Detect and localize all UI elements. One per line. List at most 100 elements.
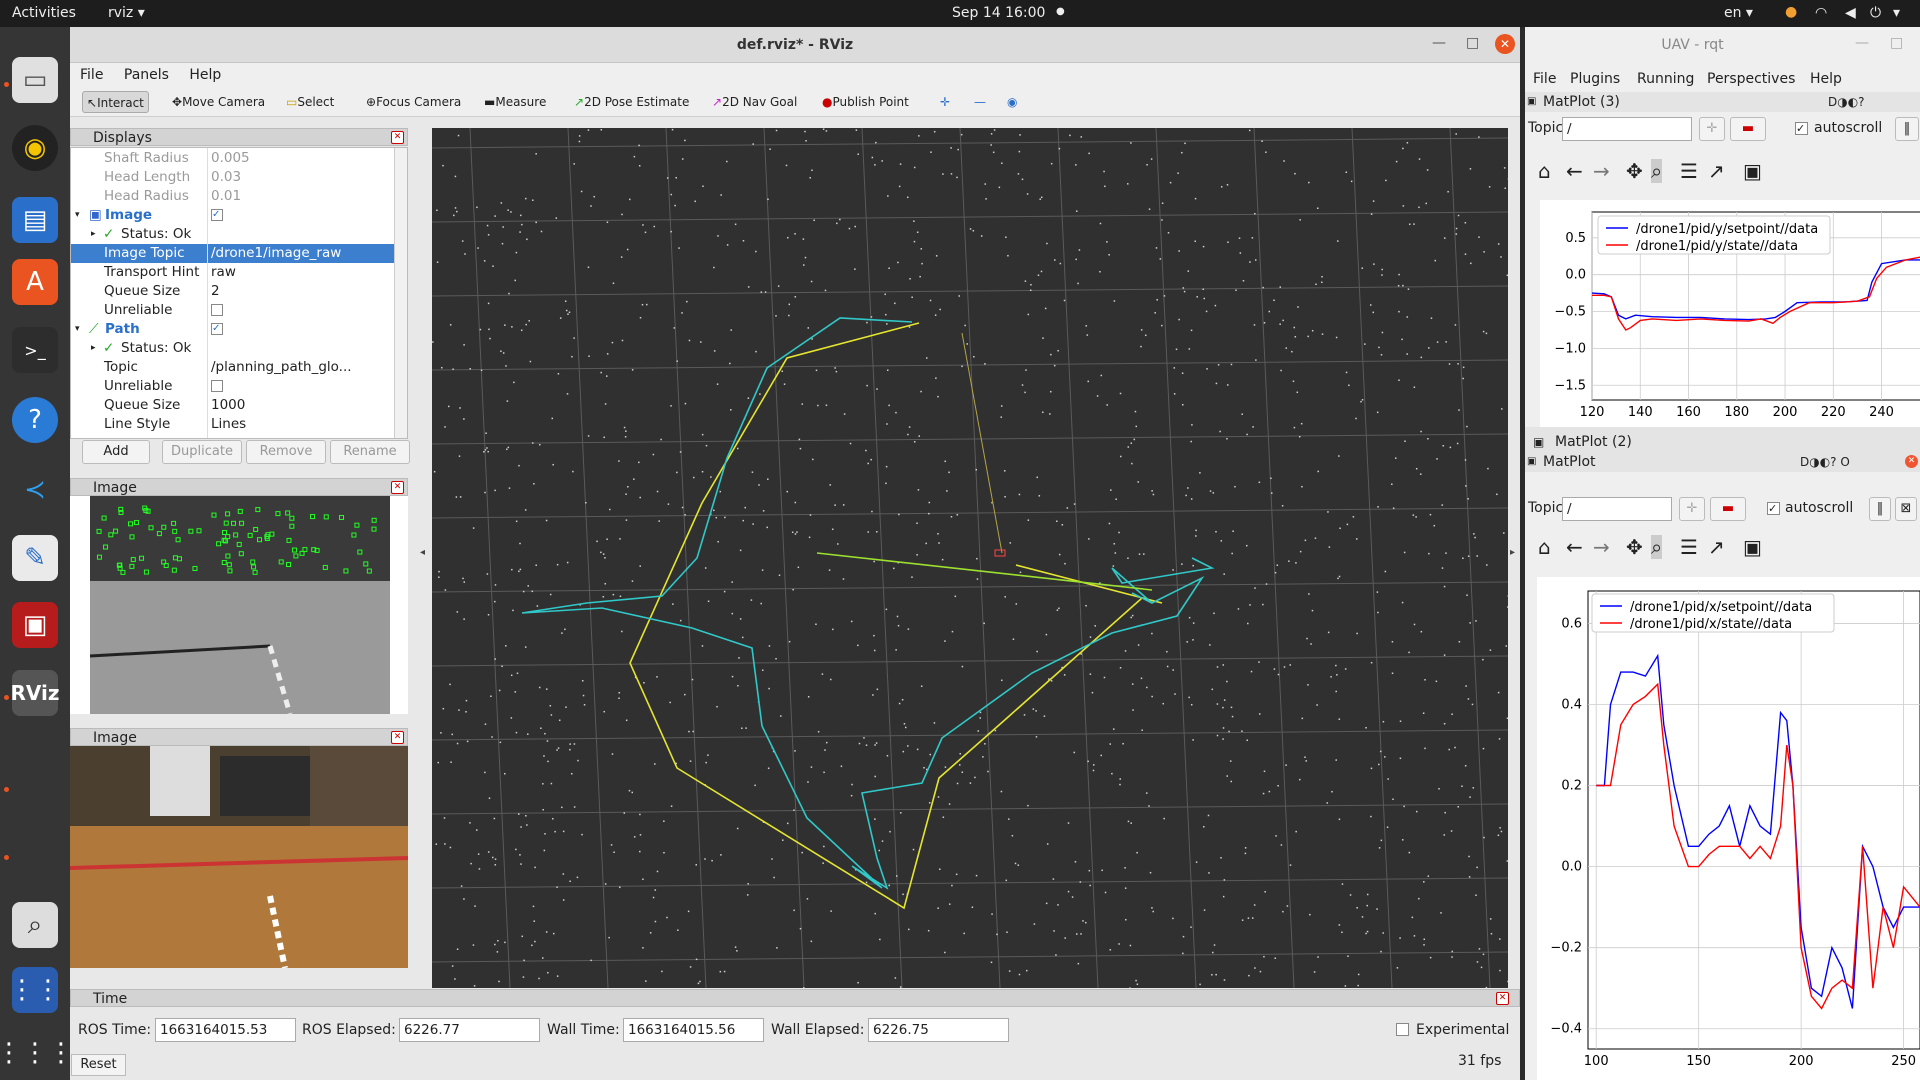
add-topic-icon[interactable]: ✛ xyxy=(1699,117,1725,141)
property-value[interactable]: 1000 xyxy=(211,396,245,415)
autoscroll-checkbox[interactable]: ✓ xyxy=(1795,122,1808,135)
display-property-row[interactable]: Transport Hint raw xyxy=(71,263,394,282)
display-property-row[interactable]: Queue Size 2 xyxy=(71,282,394,301)
chevron-down-icon[interactable]: ▾ xyxy=(1893,5,1900,21)
dock-controls-icon[interactable]: D◑◐? O xyxy=(1800,452,1850,472)
volume-icon[interactable]: ◀ xyxy=(1845,5,1856,21)
status-circle-icon[interactable]: ● xyxy=(1785,4,1797,20)
enabled-checkbox[interactable]: ✓ xyxy=(211,209,223,221)
menu-help[interactable]: Help xyxy=(189,67,221,83)
minimize-icon[interactable]: — xyxy=(1432,35,1446,51)
activities-button[interactable]: Activities xyxy=(12,5,76,21)
reset-button[interactable]: Reset xyxy=(71,1054,126,1076)
clock[interactable]: Sep 14 16:00 xyxy=(952,5,1045,21)
autoscroll-checkbox[interactable]: ✓ xyxy=(1767,502,1780,515)
scrollbar[interactable] xyxy=(394,148,407,438)
apps-grid-icon[interactable]: ⋮⋮ xyxy=(9,967,61,1013)
rviz-titlebar[interactable]: def.rviz* - RViz xyxy=(70,27,1520,63)
3d-view[interactable] xyxy=(432,128,1508,988)
property-value[interactable]: raw xyxy=(211,263,236,282)
expand-arrow-icon[interactable]: ▸ xyxy=(91,339,96,358)
select-tool[interactable]: ▭Select xyxy=(282,91,338,113)
vscode-icon[interactable]: ≺ xyxy=(12,467,58,513)
display-property-row[interactable]: Head Length 0.03 xyxy=(71,168,394,187)
remove-tool-icon[interactable]: — xyxy=(970,91,990,113)
collapse-right-icon[interactable]: ▸ xyxy=(1510,547,1515,558)
add-tool-icon[interactable]: ✛ xyxy=(936,91,954,113)
display-property-row[interactable]: ▾ ⟋ Path ✓ xyxy=(71,320,394,339)
property-value[interactable]: 2 xyxy=(211,282,220,301)
collapse-left-icon[interactable]: ◂ xyxy=(420,547,425,558)
menu-file[interactable]: File xyxy=(80,67,103,83)
eye-icon[interactable]: ◉ xyxy=(1003,91,1021,113)
wifi-icon[interactable]: ◠ xyxy=(1815,5,1827,21)
zoom-icon[interactable]: ⌕ xyxy=(1651,159,1663,183)
plot-2[interactable]: 100 150 200 250 0.6 0.4 0.2 0.0 −0.2 −0.4/drone1/… xyxy=(1537,577,1920,1080)
unreliable-checkbox[interactable] xyxy=(211,380,223,392)
property-value[interactable]: Lines xyxy=(211,415,246,434)
edit-curve-icon[interactable]: ↗ xyxy=(1708,159,1725,183)
writer-icon[interactable]: ▤ xyxy=(12,197,58,243)
terminal-icon[interactable]: >_ xyxy=(12,327,58,373)
display-property-row[interactable]: ▸ ✓ Status: Ok xyxy=(71,225,394,244)
help-icon[interactable]: ? xyxy=(12,397,58,443)
pan-icon[interactable]: ✥ xyxy=(1626,535,1643,559)
software-center-icon[interactable]: A xyxy=(12,259,58,305)
configure-icon[interactable]: ☰ xyxy=(1680,535,1698,559)
minimize-icon[interactable]: — xyxy=(1855,35,1869,51)
expand-arrow-icon[interactable]: ▾ xyxy=(75,206,80,225)
ros-elapsed-field[interactable]: 6226.77 xyxy=(399,1018,540,1042)
search-icon[interactable]: ⌕ xyxy=(12,902,58,948)
display-property-row[interactable]: Line Style Lines xyxy=(71,415,394,434)
duplicate-button[interactable]: Duplicate xyxy=(162,440,242,464)
interact-tool[interactable]: ↖Interact xyxy=(82,91,149,113)
files-icon[interactable]: ▭ xyxy=(12,57,58,103)
back-icon[interactable]: ← xyxy=(1566,159,1583,183)
display-property-row[interactable]: ▾ ▣ Image ✓ xyxy=(71,206,394,225)
close-icon[interactable]: ✕ xyxy=(1496,992,1509,1005)
back-icon[interactable]: ← xyxy=(1566,535,1583,559)
wall-elapsed-field[interactable]: 6226.75 xyxy=(868,1018,1009,1042)
nav-goal-tool[interactable]: ↗2D Nav Goal xyxy=(708,91,801,113)
rviz-icon[interactable]: RViz xyxy=(10,670,60,716)
add-topic-icon[interactable]: ✛ xyxy=(1679,497,1705,521)
property-value[interactable]: /planning_path_glo... xyxy=(211,358,352,377)
add-button[interactable]: Add xyxy=(82,440,150,464)
save-icon[interactable]: ▣ xyxy=(1743,535,1762,559)
configure-icon[interactable]: ☰ xyxy=(1680,159,1698,183)
enabled-checkbox[interactable]: ✓ xyxy=(211,323,223,335)
rhythmbox-icon[interactable]: ◉ xyxy=(12,125,58,171)
display-property-row[interactable]: Unreliable xyxy=(71,301,394,320)
text-editor-icon[interactable]: ✎ xyxy=(12,535,58,581)
property-value[interactable]: 0.03 xyxy=(211,168,241,187)
display-property-row[interactable]: Topic/planning_path_glo... xyxy=(71,358,394,377)
close-icon[interactable]: ✕ xyxy=(1495,34,1515,54)
display-property-row[interactable]: Image Topic/drone1/image_raw xyxy=(71,244,394,263)
menu-help[interactable]: Help xyxy=(1810,67,1842,91)
menu-running[interactable]: Running xyxy=(1637,67,1694,91)
maximize-icon[interactable]: □ xyxy=(1890,35,1903,51)
remove-topic-icon[interactable]: ▬ xyxy=(1710,497,1746,521)
home-icon[interactable]: ⌂ xyxy=(1538,159,1551,183)
display-property-row[interactable]: Unreliable xyxy=(71,377,394,396)
property-value[interactable]: 0.01 xyxy=(211,187,241,206)
menu-file[interactable]: File xyxy=(1533,67,1556,91)
display-property-row[interactable]: Head Radius 0.01 xyxy=(71,187,394,206)
close-icon[interactable]: ✕ xyxy=(391,731,404,744)
display-property-row[interactable]: Shaft Radius 0.005 xyxy=(71,149,394,168)
show-applications-icon[interactable]: ⋮⋮⋮ xyxy=(0,1030,74,1076)
ros-time-field[interactable]: 1663164015.53 xyxy=(155,1018,296,1042)
forward-icon[interactable]: → xyxy=(1593,159,1610,183)
publish-point-tool[interactable]: ●Publish Point xyxy=(818,91,913,113)
pose-estimate-tool[interactable]: ↗2D Pose Estimate xyxy=(570,91,693,113)
remove-topic-icon[interactable]: ▬ xyxy=(1730,117,1766,141)
focus-camera-tool[interactable]: ⊕Focus Camera xyxy=(362,91,465,113)
language-indicator[interactable]: en ▾ xyxy=(1724,5,1753,21)
menu-panels[interactable]: Panels xyxy=(124,67,169,83)
power-icon[interactable]: ⏻ xyxy=(1870,5,1881,21)
pause-icon[interactable]: ‖ xyxy=(1869,497,1891,521)
property-value[interactable]: /drone1/image_raw xyxy=(211,244,341,263)
zoom-icon[interactable]: ⌕ xyxy=(1651,535,1663,559)
maximize-icon[interactable]: □ xyxy=(1466,35,1479,51)
plot-1[interactable]: 120 140 160 180 200 220 240 0.5 0.0 −0.5 −1.0 −1.5/… xyxy=(1540,200,1920,427)
